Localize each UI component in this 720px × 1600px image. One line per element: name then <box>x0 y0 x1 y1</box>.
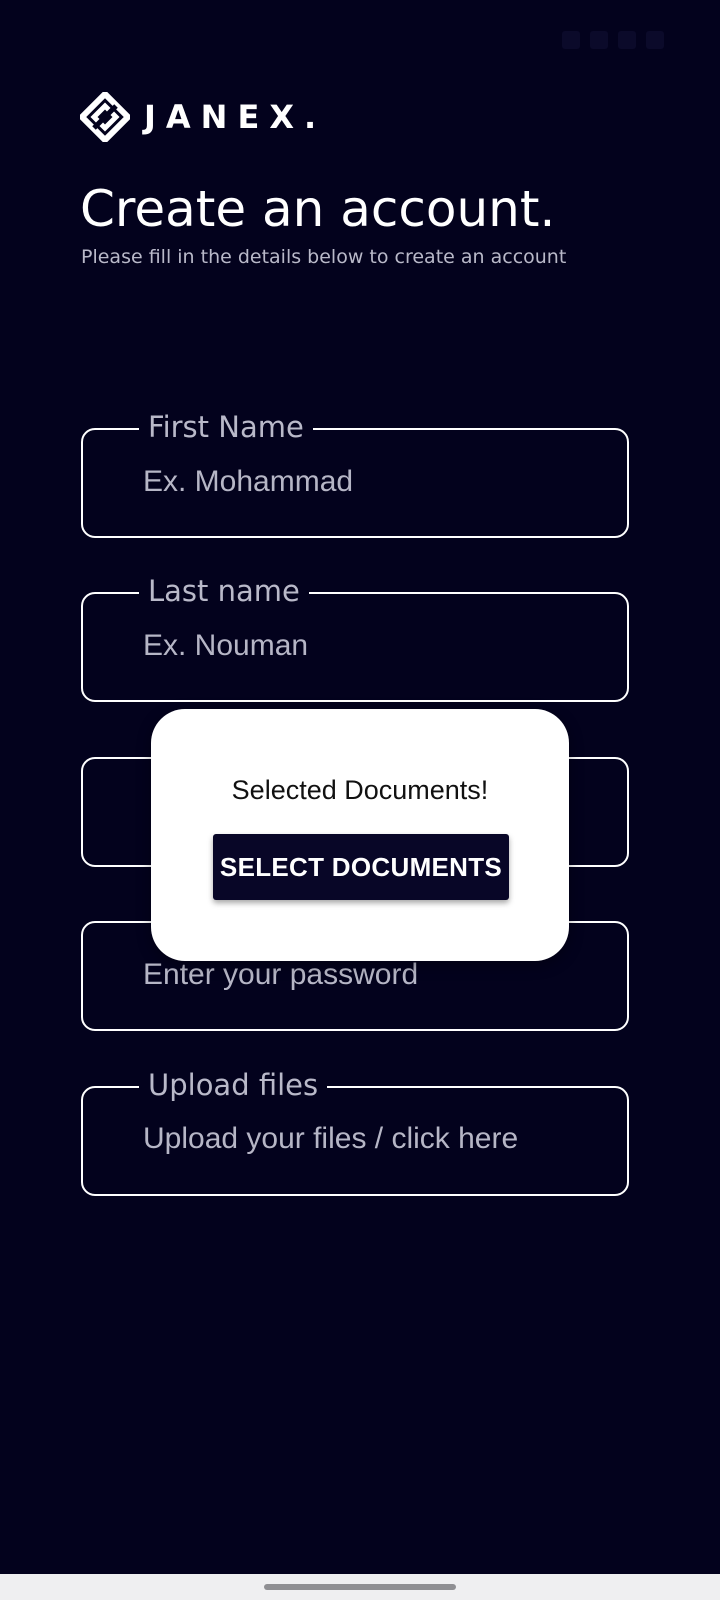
sim-icon <box>562 31 580 49</box>
upload-files-link[interactable]: Upload your files / click here <box>143 1122 518 1156</box>
status-icons <box>562 31 664 49</box>
janex-logo-icon <box>80 92 130 142</box>
status-bar <box>0 0 720 80</box>
brand-logo: JANEX. <box>80 92 326 142</box>
last-name-field[interactable]: Last name <box>81 573 629 702</box>
brand-name: JANEX. <box>144 98 327 136</box>
upload-files-field[interactable]: Upload files Upload your files / click h… <box>81 1067 629 1196</box>
dialog-message: Selected Documents! <box>231 775 489 805</box>
navigation-bar <box>0 1574 720 1600</box>
first-name-input[interactable] <box>143 460 603 504</box>
battery-icon <box>646 31 664 49</box>
first-name-label: First Name <box>139 409 313 445</box>
upload-files-label: Upload files <box>139 1067 328 1103</box>
page-title: Create an account. <box>80 180 556 238</box>
home-gesture-handle[interactable] <box>264 1584 456 1590</box>
last-name-label: Last name <box>139 573 309 609</box>
first-name-field[interactable]: First Name <box>81 409 629 538</box>
wifi-icon <box>590 31 608 49</box>
documents-dialog: Selected Documents! SELECT DOCUMENTS <box>151 709 569 961</box>
signal-icon <box>618 31 636 49</box>
select-documents-button[interactable]: SELECT DOCUMENTS <box>213 834 509 900</box>
page-subtitle: Please fill in the details below to crea… <box>81 246 567 268</box>
last-name-input[interactable] <box>143 624 603 668</box>
